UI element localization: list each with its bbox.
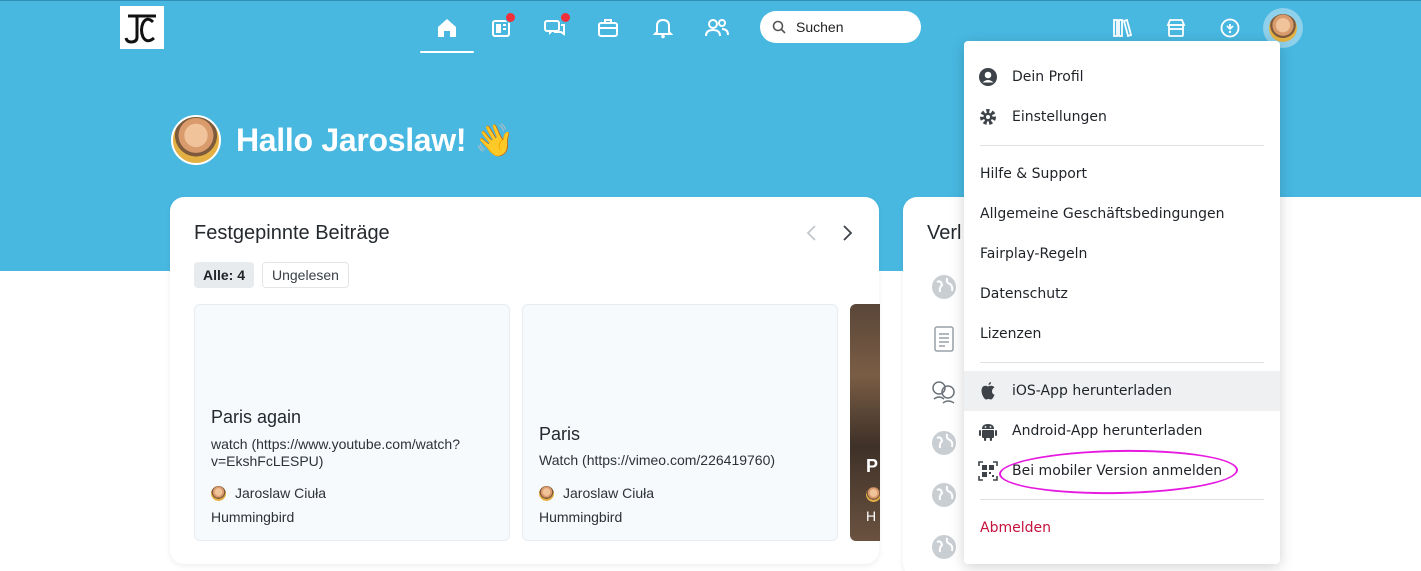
globe-icon <box>929 480 959 510</box>
menu-item-terms[interactable]: Allgemeine Geschäftsbedingungen <box>964 194 1280 234</box>
menu-item-android-app[interactable]: Android-App herunterladen <box>964 411 1280 451</box>
logo-mark <box>124 14 156 44</box>
search-icon <box>772 20 786 34</box>
people-icon[interactable] <box>702 13 732 43</box>
menu-item-logout[interactable]: Abmelden <box>964 508 1280 548</box>
post-card[interactable]: Paris Watch (https://vimeo.com/226419760… <box>522 304 838 541</box>
post-group[interactable]: Hummingbird <box>539 509 622 525</box>
gear-icon <box>980 109 996 125</box>
post-title: Paris <box>539 424 581 444</box>
android-icon <box>979 424 997 441</box>
apple-icon <box>981 382 995 400</box>
library-icon[interactable] <box>1107 13 1137 43</box>
chevron-left-icon <box>806 225 816 241</box>
author-avatar <box>866 487 880 502</box>
post-author[interactable]: Jaroslaw Ciuła <box>539 485 654 501</box>
briefcase-icon[interactable] <box>593 13 623 43</box>
store-icon[interactable] <box>1161 13 1191 43</box>
post-card[interactable]: Paris again watch (https://www.youtube.c… <box>194 304 510 541</box>
post-body: watch (https://www.youtube.com/watch?v=E… <box>211 436 460 469</box>
menu-divider <box>980 362 1264 363</box>
search-input[interactable] <box>796 19 906 35</box>
home-icon[interactable] <box>432 13 462 43</box>
chevron-right-icon <box>843 225 853 241</box>
post-author[interactable]: Jaroslaw Ciuła <box>211 485 326 501</box>
carousel-next-button[interactable] <box>840 224 854 247</box>
pinned-posts-title: Festgepinnte Beiträge <box>194 222 390 244</box>
chat-notification-dot <box>560 12 571 23</box>
bell-icon[interactable] <box>648 13 678 43</box>
post-group[interactable]: Hummingbird <box>211 509 294 525</box>
post-card-photo[interactable]: P H <box>850 304 880 541</box>
side-card-title: Verl <box>927 222 962 244</box>
globe-icon <box>929 532 959 562</box>
menu-item-label: Einstellungen <box>1012 109 1107 125</box>
filter-all-chip[interactable]: Alle: 4 <box>194 262 255 288</box>
greeting-text: Hallo Jaroslaw! 👋 <box>236 122 515 158</box>
greeting: Hallo Jaroslaw! 👋 <box>171 115 515 165</box>
user-circle-icon <box>979 68 997 86</box>
menu-item-profile[interactable]: Dein Profil <box>964 57 1280 97</box>
info-icon[interactable] <box>1215 13 1245 43</box>
menu-divider <box>980 145 1264 146</box>
author-name: Jaroslaw Ciuła <box>235 485 327 501</box>
menu-item-settings[interactable]: Einstellungen <box>964 97 1280 137</box>
post-body: Watch (https://vimeo.com/226419760) <box>539 452 776 468</box>
menu-item-label: Dein Profil <box>1012 69 1084 85</box>
search-box[interactable] <box>760 11 921 43</box>
menu-item-label: iOS-App herunterladen <box>1012 383 1173 399</box>
carousel-prev-button[interactable] <box>805 224 819 247</box>
menu-item-licenses[interactable]: Lizenzen <box>964 314 1280 354</box>
menu-item-help[interactable]: Hilfe & Support <box>964 154 1280 194</box>
avatar <box>1269 14 1297 42</box>
author-avatar <box>211 485 226 501</box>
top-border <box>0 0 1421 1</box>
greeting-avatar <box>171 115 221 165</box>
author-name: Jaroslaw Ciuła <box>563 485 655 501</box>
home-active-indicator <box>420 51 474 53</box>
people-chat-icon <box>929 376 959 406</box>
menu-divider <box>980 499 1264 500</box>
filter-unread-chip[interactable]: Ungelesen <box>262 262 349 288</box>
author-avatar <box>539 485 554 501</box>
globe-icon <box>929 428 959 458</box>
document-icon <box>929 324 959 354</box>
menu-item-ios-app[interactable]: iOS-App herunterladen <box>964 371 1280 411</box>
post-title: Paris again <box>211 407 302 427</box>
post-title-partial: P <box>866 456 879 476</box>
post-group-partial: H <box>866 508 877 524</box>
feed-notification-dot <box>505 12 516 23</box>
app-logo[interactable] <box>120 6 164 49</box>
menu-item-privacy[interactable]: Datenschutz <box>964 274 1280 314</box>
qr-code-icon <box>978 461 998 481</box>
menu-item-fairplay[interactable]: Fairplay-Regeln <box>964 234 1280 274</box>
menu-item-label: Android-App herunterladen <box>1012 423 1203 439</box>
globe-icon <box>929 272 959 302</box>
